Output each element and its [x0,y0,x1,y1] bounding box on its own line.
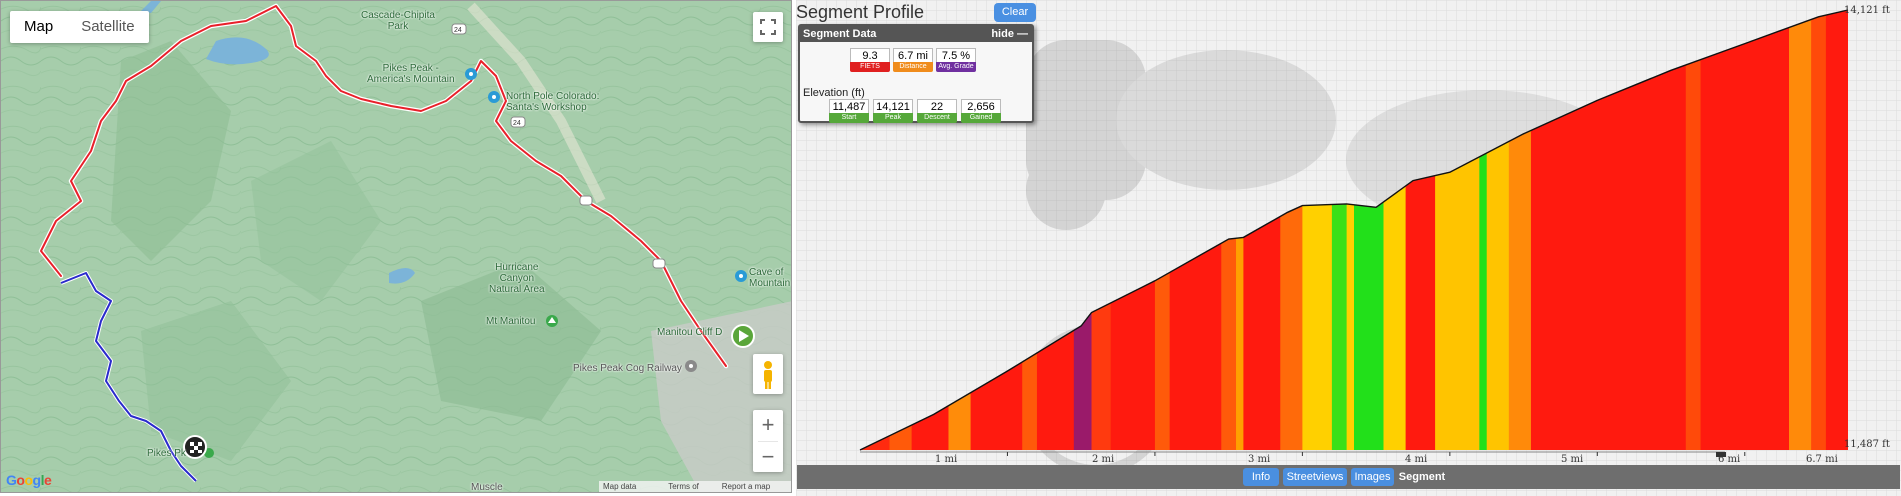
fullscreen-icon [760,19,776,35]
zoom-out-button[interactable]: − [753,442,783,473]
segment-data-title: Segment Data [803,28,877,40]
stat-avg-grade-key: Avg. Grade [936,62,976,72]
grade-band [1811,10,1827,450]
stat-fiets-value: 9.3 [850,48,890,62]
profile-toolbar: Info Streetviews Images Segment [797,465,1900,489]
y-min-label: 11,487 ft [1844,439,1890,450]
y-max-label: 14,121 ft [1844,5,1890,16]
hwy-shield-icon [652,258,666,269]
x-tick-label: 6.7 mi [1806,454,1838,465]
poi-icon-caveofwinds[interactable] [735,270,747,282]
map-type-map-button[interactable]: Map [10,11,67,43]
grade-band [1789,10,1812,450]
map-label: 24 [513,120,521,127]
map-label: Hurricane Canyon Natural Area [489,262,545,295]
zoom-control: + − [753,410,783,472]
stat-descent: 22 Descent [917,99,957,123]
map-label: Pikes Pk [147,448,186,459]
x-tick-mark [1596,452,1598,456]
stat-start: 11,487 Start [829,99,869,123]
map-data-text: Map data ©2020 [603,482,637,491]
stat-descent-value: 22 [917,99,957,113]
segment-button[interactable]: Segment [1397,468,1447,486]
x-tick-label: 5 mi [1561,454,1584,465]
start-marker-icon[interactable] [731,324,755,348]
grade-band [1700,10,1790,450]
fullscreen-button[interactable] [753,12,783,42]
map-label: North Pole Colorado: Santa's Workshop [506,91,600,113]
stat-distance-value: 6.7 mi [893,48,933,62]
stat-avg-grade-value: 7.5 % [936,48,976,62]
profile-title: Segment Profile [796,2,925,22]
hwy-shield-icon [579,195,593,206]
x-tick-mark [1154,452,1156,456]
x-tick-label: 2 mi [1092,454,1115,465]
elevation-label: Elevation (ft) [803,87,865,99]
grade-band [1825,10,1848,450]
poi-icon-northpole[interactable] [488,91,500,103]
pegman-icon [764,361,772,389]
segment-hide-toggle[interactable]: hide — [991,26,1028,42]
clear-button[interactable]: Clear [994,3,1036,22]
stat-start-value: 11,487 [829,99,869,113]
profile-panel: Segment Profile Clear 14,121 ft 11,487 f… [796,0,1901,496]
poi-icon-cograilway[interactable] [685,360,697,372]
stat-fiets-key: FIETS [850,62,890,72]
streetviews-button[interactable]: Streetviews [1283,468,1347,486]
stat-avg-grade: 7.5 % Avg. Grade [936,48,976,72]
map-label: Mt Manitou [486,316,536,327]
report-map-error-link[interactable]: Report a map error [718,481,791,492]
finish-flag-icon[interactable] [183,435,207,459]
x-tick-label: 3 mi [1248,454,1271,465]
stat-distance: 6.7 mi Distance [893,48,933,72]
stat-start-key: Start [829,113,869,123]
map-attribution: Map data ©2020 Terms of Use Report a map… [599,481,791,492]
poi-icon-pikespeak[interactable] [465,68,477,80]
map-label: Cascade-Chipita Park [361,10,435,32]
stat-descent-key: Descent [917,113,957,123]
grade-band [1685,10,1702,450]
x-tick-label: 1 mi [935,454,958,465]
terms-of-use-link[interactable]: Terms of Use [664,481,718,492]
stat-peak-key: Peak [873,113,913,123]
x-tick-mark [1006,452,1008,456]
x-tick-mark [1744,452,1746,456]
map-type-satellite-button[interactable]: Satellite [67,11,148,43]
stat-gained: 2,656 Gained [961,99,1001,123]
stat-fiets: 9.3 FIETS [850,48,890,72]
segment-data-header: Segment Data hide — [800,26,1032,42]
x-tick-mark [1449,452,1451,456]
map-label: 24 [454,27,462,34]
map-label: Pikes Peak Cog Railway [573,363,682,374]
map-label: Manitou Cliff D [657,327,723,338]
map-label: Pikes Peak - America's Mountain [367,63,455,85]
street-view-pegman[interactable] [753,354,783,394]
images-button[interactable]: Images [1351,468,1394,486]
x-tick-label: 4 mi [1405,454,1428,465]
stat-gained-value: 2,656 [961,99,1001,113]
stat-gained-key: Gained [961,113,1001,123]
poi-icon-mtmanitou[interactable] [546,315,558,327]
map-label: Cave of Mountain [749,267,791,289]
map-panel[interactable]: Cascade-Chipita Park 24 Pikes Peak - Ameri… [0,0,792,493]
stat-peak-value: 14,121 [873,99,913,113]
stat-distance-key: Distance [893,62,933,72]
stat-peak: 14,121 Peak [873,99,913,123]
x-tick-mark [1301,452,1303,456]
map-label: Muscle [471,482,503,493]
segment-data-panel: Segment Data hide — 9.3 FIETS 6.7 mi Dis… [798,24,1034,123]
x-tick-label: 6 mi [1718,454,1741,465]
map-type-control: Map Satellite [10,11,149,43]
info-button[interactable]: Info [1243,468,1279,486]
google-logo[interactable]: Google [6,472,52,488]
zoom-in-button[interactable]: + [753,410,783,441]
